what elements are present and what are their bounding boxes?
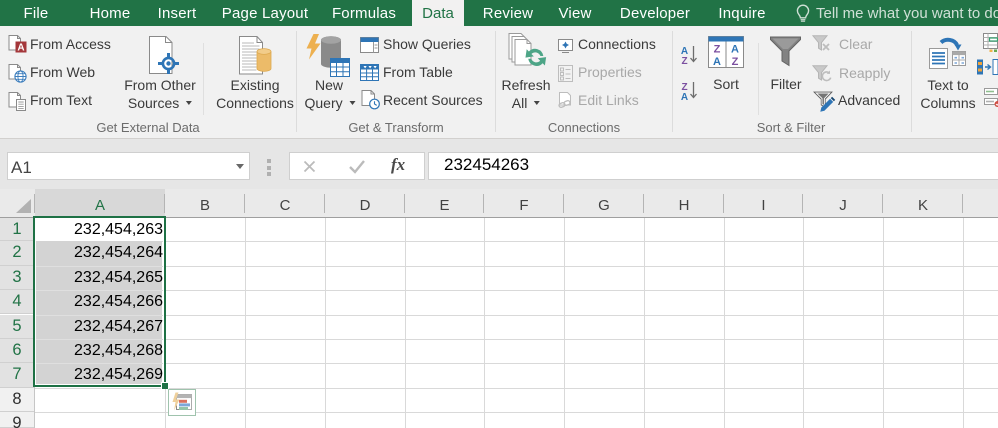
svg-text:A: A xyxy=(17,43,24,54)
svg-text:Z: Z xyxy=(714,44,721,56)
svg-text:Z: Z xyxy=(681,56,687,65)
svg-text:A: A xyxy=(731,44,739,56)
svg-text:A: A xyxy=(681,92,688,101)
svg-text:Z: Z xyxy=(732,56,739,68)
svg-text:A: A xyxy=(713,56,721,68)
